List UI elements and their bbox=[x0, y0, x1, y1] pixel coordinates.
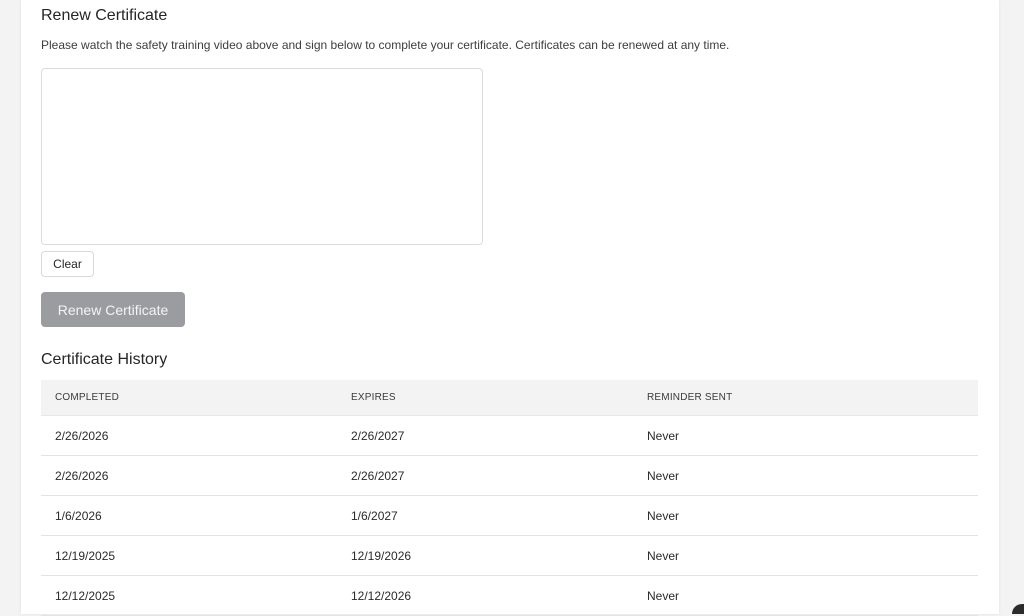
expires-date: 2/26/2027 bbox=[337, 416, 633, 456]
reminder-status: Never bbox=[633, 496, 978, 536]
completed-date: 12/19/2025 bbox=[41, 536, 337, 576]
signature-pad[interactable] bbox=[41, 68, 483, 245]
table-row: 1/6/2026 1/6/2027 Never bbox=[41, 496, 978, 536]
completed-date: 2/26/2026 bbox=[41, 416, 337, 456]
expires-date: 12/12/2026 bbox=[337, 576, 633, 616]
renew-instructions: Please watch the safety training video a… bbox=[41, 38, 729, 52]
table-row: 2/26/2026 2/26/2027 Never bbox=[41, 416, 978, 456]
expires-date: 1/6/2027 bbox=[337, 496, 633, 536]
reminder-status: Never bbox=[633, 456, 978, 496]
table-row: 2/26/2026 2/26/2027 Never bbox=[41, 456, 978, 496]
table-row: 12/19/2025 12/19/2026 Never bbox=[41, 536, 978, 576]
completed-date: 2/26/2026 bbox=[41, 456, 337, 496]
renew-certificate-button[interactable]: Renew Certificate bbox=[41, 292, 185, 327]
column-header-completed: COMPLETED bbox=[41, 380, 337, 416]
reminder-status: Never bbox=[633, 536, 978, 576]
completed-date: 1/6/2026 bbox=[41, 496, 337, 536]
table-header-row: COMPLETED EXPIRES REMINDER SENT bbox=[41, 380, 978, 416]
certificate-history-table: COMPLETED EXPIRES REMINDER SENT 2/26/202… bbox=[41, 380, 978, 616]
renew-certificate-title: Renew Certificate bbox=[41, 7, 167, 25]
reminder-status: Never bbox=[633, 576, 978, 616]
window-corner bbox=[1012, 604, 1024, 614]
expires-date: 2/26/2027 bbox=[337, 456, 633, 496]
column-header-reminder-sent: REMINDER SENT bbox=[633, 380, 978, 416]
certificate-history-title: Certificate History bbox=[41, 351, 167, 369]
clear-signature-button[interactable]: Clear bbox=[41, 251, 94, 277]
certificate-card: Renew Certificate Please watch the safet… bbox=[21, 0, 999, 614]
column-header-expires: EXPIRES bbox=[337, 380, 633, 416]
table-row: 12/12/2025 12/12/2026 Never bbox=[41, 576, 978, 616]
completed-date: 12/12/2025 bbox=[41, 576, 337, 616]
expires-date: 12/19/2026 bbox=[337, 536, 633, 576]
reminder-status: Never bbox=[633, 416, 978, 456]
